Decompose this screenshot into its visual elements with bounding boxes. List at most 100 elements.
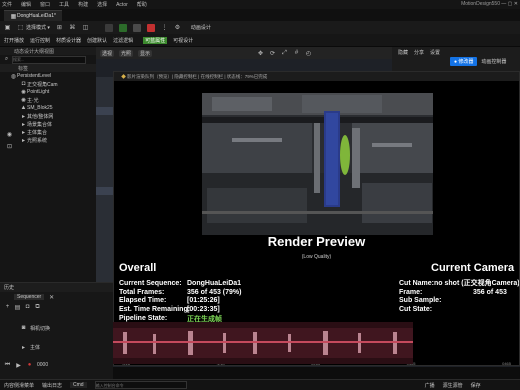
toolbar-item-run-control[interactable]: 运行控制 bbox=[30, 37, 50, 44]
console-input[interactable] bbox=[94, 381, 187, 389]
close-icon[interactable]: ✕ bbox=[48, 294, 55, 301]
sequencer-filmstrip[interactable] bbox=[113, 322, 413, 364]
track-label-camera-cut[interactable]: 相机切换 bbox=[30, 325, 50, 332]
step-back-button[interactable] bbox=[104, 23, 113, 32]
anim-controller-button[interactable]: 动画控制器 bbox=[481, 58, 506, 65]
play-button[interactable] bbox=[118, 23, 127, 32]
settings-icon[interactable]: ⚙ bbox=[174, 24, 181, 31]
stat-time-remaining: Est. Time Remaining: [00:23:35] bbox=[119, 305, 241, 314]
grid-icon[interactable]: # bbox=[293, 50, 300, 57]
play-icon[interactable]: ▶ bbox=[15, 362, 22, 369]
outliner-item[interactable]: ✺ 主·光 bbox=[6, 96, 96, 104]
details-panel: 隐藏 分享 设置 ● 修改器 动画控制器 bbox=[392, 47, 520, 71]
document-tab[interactable]: ▦ DongHuaLeiDa1* bbox=[4, 10, 62, 21]
outliner-item[interactable]: ▸ 场景集合体 bbox=[6, 120, 96, 128]
content-drawer-button[interactable]: 内容侧滑菜单 bbox=[4, 382, 34, 389]
render-preview-quality: (Low Quality) bbox=[301, 254, 332, 260]
anim-design-button[interactable]: 动画设计 bbox=[191, 24, 211, 31]
toolbar-item-filter[interactable]: 过滤逻辑 bbox=[113, 37, 133, 44]
cmd-dropdown[interactable]: Cmd bbox=[70, 382, 87, 388]
menu-actor[interactable]: Actor bbox=[116, 2, 128, 8]
outliner-search-input[interactable] bbox=[12, 55, 86, 64]
stat-sub-sample: Sub Sample: bbox=[399, 297, 519, 306]
current-camera-heading: Current Camera bbox=[431, 262, 515, 274]
toolbar-item-material[interactable]: 材质设计器 bbox=[56, 37, 81, 44]
panel-tab-settings[interactable]: 设置 bbox=[430, 49, 440, 56]
tab-bar bbox=[0, 9, 520, 21]
film-icon[interactable]: ▤ bbox=[14, 304, 21, 311]
history-tab[interactable]: 历史 bbox=[4, 284, 14, 291]
track-label-body[interactable]: 主体 bbox=[30, 344, 40, 351]
window-controls[interactable]: — ▢ ✕ bbox=[501, 1, 518, 7]
stat-label: Sub Sample: bbox=[399, 297, 442, 305]
menu-tools[interactable]: 工具 bbox=[59, 1, 69, 8]
stat-cut-name: Cut Name: no shot (正交视角Camera) ( bbox=[399, 279, 519, 288]
output-log-button[interactable]: 输出日志 bbox=[42, 382, 62, 389]
outliner-item[interactable]: ◘ 正交视角Cam bbox=[6, 80, 96, 88]
camera-speed-icon[interactable]: ◴ bbox=[305, 50, 312, 57]
menu-build[interactable]: 构建 bbox=[78, 1, 88, 8]
record-icon[interactable]: ● bbox=[26, 362, 33, 369]
outliner-item[interactable]: ◍ PersistentLevel bbox=[6, 72, 96, 80]
viewport-lit-button[interactable]: 光照 bbox=[119, 49, 134, 57]
add-track-icon[interactable]: + bbox=[4, 304, 11, 311]
menu-help[interactable]: 帮助 bbox=[137, 1, 147, 8]
outliner-visibility-column: ◉ ⊡ bbox=[6, 131, 13, 150]
current-frame[interactable]: 0000 bbox=[37, 362, 48, 368]
add-icon[interactable]: ⊞ bbox=[56, 24, 63, 31]
pause-button[interactable] bbox=[132, 23, 141, 32]
broadcast-button[interactable]: 广播 bbox=[425, 382, 435, 389]
stat-value: [00:23:35] bbox=[187, 306, 220, 314]
world-icon: ◍ bbox=[10, 73, 17, 80]
menu-file[interactable]: 文件 bbox=[2, 1, 12, 8]
blueprint-icon[interactable]: ⌘ bbox=[69, 24, 76, 31]
toolbar-item-default[interactable]: 创建默认 bbox=[87, 37, 107, 44]
stop-button[interactable] bbox=[146, 23, 155, 32]
modifier-button[interactable]: ● 修改器 bbox=[450, 57, 478, 66]
save-icon[interactable]: ▣ bbox=[4, 24, 11, 31]
mode-select-button[interactable]: ⬚ 选择模式 ▾ bbox=[17, 24, 50, 31]
panel-tab-hide[interactable]: 隐藏 bbox=[398, 49, 408, 56]
stat-label: Cut State: bbox=[399, 306, 433, 314]
menu-edit[interactable]: 编辑 bbox=[21, 1, 31, 8]
skip-back-icon[interactable]: ⏮ bbox=[4, 362, 11, 369]
eye-icon[interactable]: ◉ bbox=[6, 131, 13, 138]
outliner-item[interactable]: ✺ PointLight bbox=[6, 88, 96, 96]
outliner-search-row: ⌕ bbox=[0, 55, 96, 64]
menu-window[interactable]: 窗口 bbox=[40, 1, 50, 8]
render-movie-icon[interactable]: ⧉ bbox=[34, 304, 41, 311]
stat-label: Current Sequence: bbox=[119, 279, 182, 287]
outliner-item[interactable]: ▸ 光照系统 bbox=[6, 136, 96, 144]
outliner-column-header: 标签 bbox=[0, 64, 96, 72]
secondary-toolbar: 打开播放 运行控制 材质设计器 创建默认 过滤逻辑 可蓝属性 可视设计 bbox=[0, 34, 520, 47]
source-control-button[interactable]: 源生源管 bbox=[443, 382, 463, 389]
rotate-icon[interactable]: ⟳ bbox=[269, 50, 276, 57]
outliner-item[interactable]: ▸ 主体集合 bbox=[6, 128, 96, 136]
save-status-button[interactable]: 保存 bbox=[471, 382, 481, 389]
outliner-item-label: 正交视角Cam bbox=[27, 81, 58, 88]
toolbar-highlight-button[interactable]: 可蓝属性 bbox=[143, 36, 168, 44]
viewport-show-button[interactable]: 显示 bbox=[138, 49, 153, 57]
outliner-item[interactable]: ▸ 其他/整体网 bbox=[6, 112, 96, 120]
lock-icon[interactable]: ⊡ bbox=[6, 143, 13, 150]
stat-value: no shot (正交视角Camera) ( bbox=[434, 280, 519, 288]
panel-tab-share[interactable]: 分享 bbox=[414, 49, 424, 56]
camera-icon[interactable]: ◘ bbox=[24, 304, 31, 311]
toolbar-visual-design[interactable]: 可视设计 bbox=[173, 37, 193, 44]
transform-icon[interactable]: ✥ bbox=[257, 50, 264, 57]
outliner-item-label: 其他/整体网 bbox=[27, 113, 54, 120]
menu-select[interactable]: 选择 bbox=[97, 1, 107, 8]
scale-icon[interactable]: ⤢ bbox=[281, 50, 288, 57]
menu-bar: 文件 编辑 窗口 工具 构建 选择 Actor 帮助 bbox=[0, 0, 520, 9]
folder-icon: ▸ bbox=[21, 137, 25, 144]
folder-icon: ▸ bbox=[21, 344, 25, 351]
viewport-perspective-button[interactable]: 透视 bbox=[100, 49, 115, 57]
select-mode-icon: ⬚ bbox=[17, 25, 24, 31]
folder-icon: ▸ bbox=[21, 121, 25, 128]
outliner-item[interactable]: ▲ SM_Blok25 bbox=[6, 104, 96, 112]
more-options-icon[interactable]: ⋮ bbox=[161, 24, 168, 31]
main-toolbar: ▣ ⬚ 选择模式 ▾ ⊞ ⌘ ◫ ⋮ ⚙ 动画设计 bbox=[0, 21, 520, 34]
sequencer-tab[interactable]: Sequencer bbox=[14, 294, 45, 300]
cinematics-icon[interactable]: ◫ bbox=[82, 24, 89, 31]
toolbar-item-open-play[interactable]: 打开播放 bbox=[4, 37, 24, 44]
